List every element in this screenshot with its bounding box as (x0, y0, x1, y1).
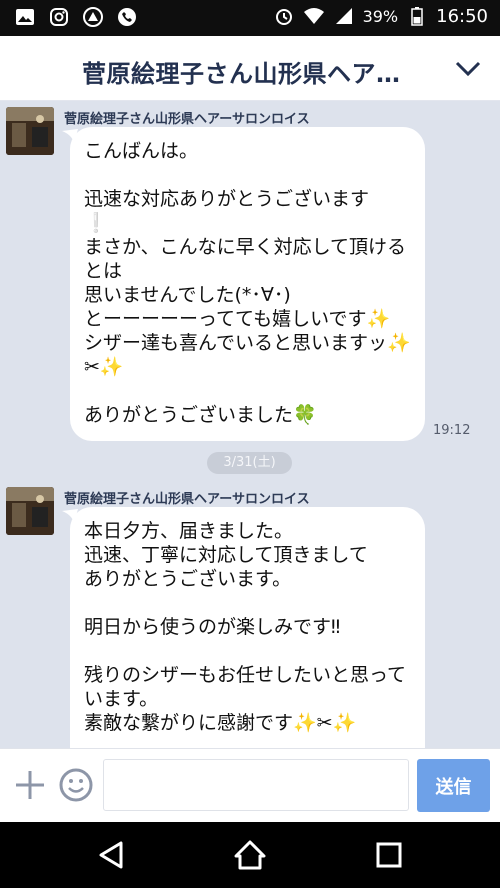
sender-name: 菅原絵理子さん山形県ヘアーサロンロイス (64, 112, 310, 127)
home-icon[interactable] (233, 838, 267, 872)
chat-area[interactable]: 菅原絵理子さん山形県ヘアーサロンロイス こんばんは。 迅速な対応ありがとうござい… (0, 101, 500, 748)
battery-percent: 39% (362, 6, 399, 26)
message-bubble[interactable]: 本日夕方、届きました。 迅速、丁寧に対応して頂きまして ありがとうございます。 … (70, 507, 425, 748)
phone-icon (116, 6, 138, 28)
chevron-down-icon[interactable] (454, 56, 482, 80)
chat-header: 菅原絵理子さん山形県ヘア… (0, 36, 500, 101)
recent-apps-icon[interactable] (372, 838, 406, 872)
wifi-icon (303, 5, 325, 27)
status-time: 16:50 (436, 5, 488, 27)
date-separator: 3/31(土) (207, 452, 292, 474)
status-bar: 39% 16:50 (0, 0, 500, 36)
message-bubble[interactable]: こんばんは。 迅速な対応ありがとうございます ❕ まさか、こんなに早く対応して頂… (70, 127, 425, 441)
signal-icon (333, 5, 355, 27)
alarm-icon (273, 5, 295, 27)
emoji-icon[interactable] (58, 767, 94, 803)
chat-title: 菅原絵理子さん山形県ヘア… (82, 60, 401, 88)
send-button[interactable]: 送信 (417, 759, 490, 812)
avatar[interactable] (6, 107, 54, 155)
message-input[interactable] (103, 759, 409, 811)
input-bar: 送信 (0, 748, 500, 823)
instagram-icon (48, 6, 70, 28)
plus-icon[interactable] (14, 769, 46, 801)
navigation-bar (0, 822, 500, 888)
sender-name: 菅原絵理子さん山形県ヘアーサロンロイス (64, 492, 310, 507)
back-icon[interactable] (95, 838, 129, 872)
cloud-app-icon (82, 6, 104, 28)
avatar[interactable] (6, 487, 54, 535)
message-time: 19:12 (433, 423, 471, 438)
gallery-icon (14, 6, 36, 28)
battery-icon (406, 5, 428, 27)
